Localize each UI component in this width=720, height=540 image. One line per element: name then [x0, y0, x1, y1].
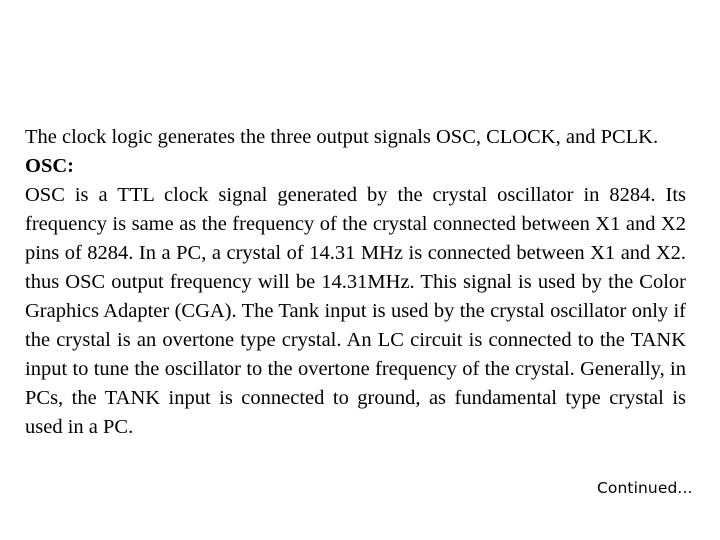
paragraph-osc-description: OSC is a TTL clock signal generated by t…: [25, 184, 686, 438]
paragraph-heading-osc: OSC:: [25, 155, 74, 177]
slide-body-text: The clock logic generates the three outp…: [25, 123, 686, 442]
slide-canvas: The clock logic generates the three outp…: [0, 0, 720, 540]
paragraph-intro: The clock logic generates the three outp…: [25, 126, 659, 148]
continued-label: Continued...: [597, 479, 693, 497]
